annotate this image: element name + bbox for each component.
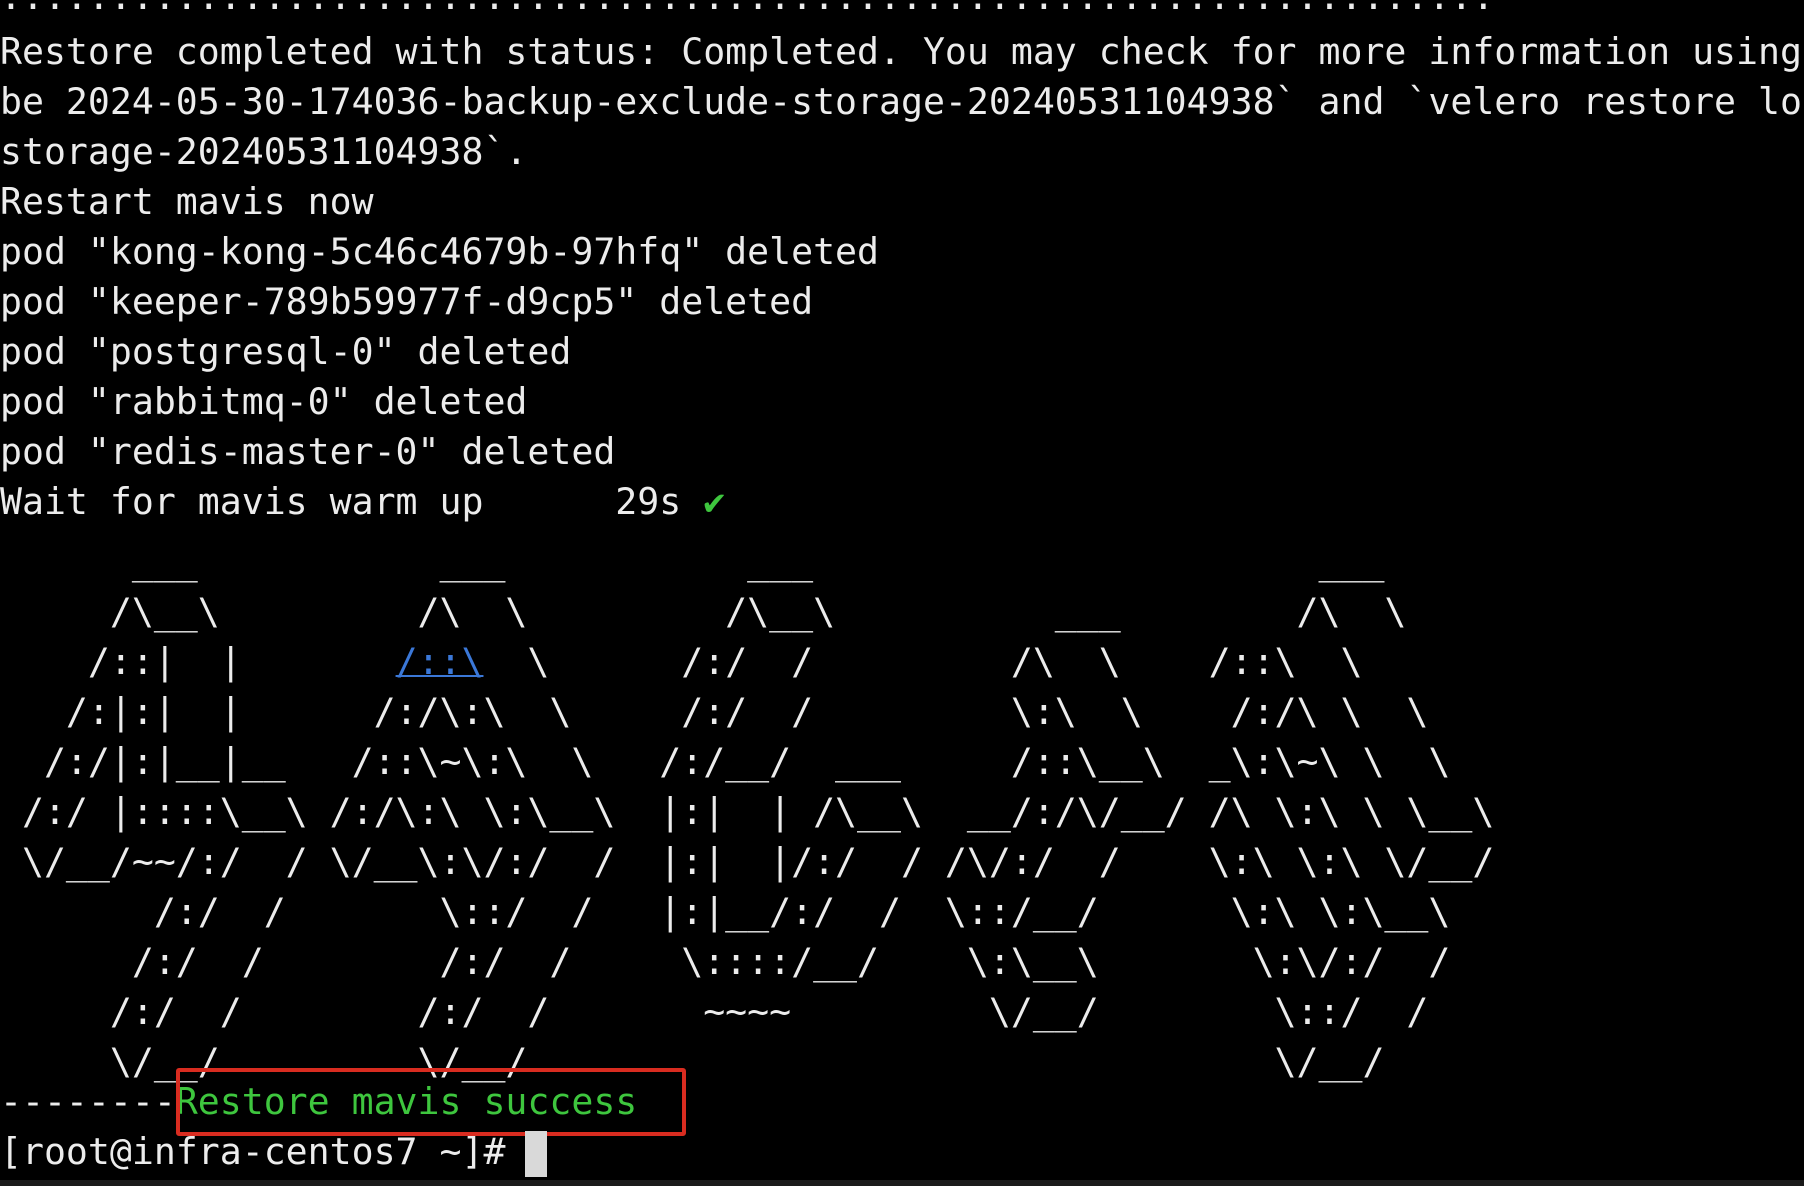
ascii-art-segment: \ /:/ / /\ \ /::\ \ (483, 640, 1407, 683)
ascii-art-segment: /\__\ /\ \ /\__\ ___ /\ \ (0, 590, 1495, 633)
window-bottom-edge (0, 1180, 1804, 1186)
warm-up-line: Wait for mavis warm up 29s ✔ (0, 477, 725, 527)
highlight-box (176, 1068, 686, 1136)
output-line: pod "kong-kong-5c46c4679b-97hfq" deleted (0, 230, 879, 273)
check-icon: ✔ (703, 480, 726, 523)
terminal-window[interactable]: ........................................… (0, 0, 1804, 1186)
ascii-art-line: /:/ / /:/ / \::::/__/ \:\__\ \:\/:/ / (0, 940, 1495, 983)
output-line: Restart mavis now (0, 180, 374, 223)
ascii-art-line: /:/ / \::/ / |:|__/:/ / \::/__/ \:\ \:\_… (0, 890, 1495, 933)
output-line: pod "redis-master-0" deleted (0, 430, 616, 473)
text-cursor (525, 1131, 547, 1177)
ascii-art-line: /:/ / /:/ / ~~~~ \/__/ \::/ / (0, 990, 1495, 1033)
output-line: be 2024-05-30-174036-backup-exclude-stor… (0, 80, 1804, 123)
ascii-art-segment: /::| | (0, 640, 396, 683)
dashes: -------- (0, 1080, 176, 1123)
ascii-art-line: \/__/~~/:/ / \/__\:\/:/ / |:| |/:/ / /\/… (0, 840, 1495, 883)
ascii-art-line: /:/|:|__|__ /::\~\:\ \ /:/__/ ___ /::\__… (0, 740, 1473, 783)
shell-prompt[interactable]: [root@infra-centos7 ~]# (0, 1127, 527, 1177)
output-line: storage-20240531104938`. (0, 130, 528, 173)
output-line: pod "postgresql-0" deleted (0, 330, 572, 373)
output-line: pod "rabbitmq-0" deleted (0, 380, 528, 423)
output-line: Restore completed with status: Completed… (0, 30, 1802, 73)
ascii-art-line: /::| | /::\ \ /:/ / /\ \ /::\ \ (0, 637, 1406, 687)
ascii-art-line: ___ ___ ___ ___ (0, 540, 1495, 583)
ascii-art-line: /\__\ /\ \ /\__\ ___ /\ \ (0, 587, 1494, 637)
warm-up-label: Wait for mavis warm up 29s (0, 480, 704, 523)
ascii-art-line: /:|:| | /:/\:\ \ /:/ / \:\ \ /:/\ \ \ (0, 690, 1473, 733)
dots-line: ........................................… (0, 0, 1494, 22)
ascii-art-line: /:/ |::::\__\ /:/\:\ \:\__\ |:| | /\__\ … (0, 790, 1495, 833)
output-line: pod "keeper-789b59977f-d9cp5" deleted (0, 280, 814, 323)
ascii-art-link[interactable]: /::\ (396, 640, 484, 683)
